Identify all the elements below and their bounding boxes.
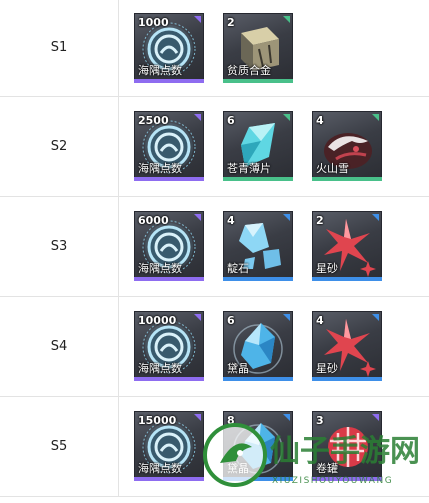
item-quantity: 1000 bbox=[138, 15, 169, 29]
rarity-corner bbox=[283, 114, 290, 121]
item-quantity: 2 bbox=[227, 15, 235, 29]
item-name: 星砂 bbox=[316, 362, 338, 375]
rarity-corner bbox=[194, 214, 201, 221]
item-name: 靛石 bbox=[227, 262, 249, 275]
item-quantity: 2 bbox=[316, 214, 324, 227]
reward-item-tile: 6 苍青薄片 bbox=[223, 111, 293, 181]
rarity-bar bbox=[312, 377, 382, 381]
table-row: S3 6000 海隅点数 4 靛石 2 星砂 bbox=[0, 196, 429, 297]
rarity-bar bbox=[223, 277, 293, 281]
item-name: 海隅点数 bbox=[138, 63, 182, 77]
reward-item-tile: 4 火山雪 bbox=[312, 111, 382, 181]
rarity-corner bbox=[194, 15, 201, 23]
item-quantity: 4 bbox=[227, 214, 235, 227]
stage-label: S3 bbox=[0, 196, 119, 297]
table-row: S4 10000 海隅点数 6 黛晶 4 星砂 bbox=[0, 296, 429, 397]
stage-label: S4 bbox=[0, 296, 119, 397]
rarity-bar bbox=[223, 377, 293, 381]
rarity-bar bbox=[223, 78, 293, 83]
rarity-corner bbox=[283, 15, 290, 23]
rarity-corner bbox=[283, 314, 290, 321]
reward-item-tile: 15000 海隅点数 bbox=[134, 411, 204, 481]
item-name: 贫质合金 bbox=[227, 63, 271, 77]
item-name: 苍青薄片 bbox=[227, 162, 271, 175]
item-name: 黛晶 bbox=[227, 362, 249, 375]
reward-item-tile: 10000 海隅点数 bbox=[134, 311, 204, 381]
item-quantity: 4 bbox=[316, 114, 324, 127]
item-quantity: 2500 bbox=[138, 114, 169, 127]
rarity-bar bbox=[223, 177, 293, 181]
rarity-corner bbox=[283, 214, 290, 221]
rarity-corner bbox=[194, 414, 201, 421]
item-quantity: 15000 bbox=[138, 414, 177, 427]
item-quantity: 10000 bbox=[138, 314, 177, 327]
rarity-corner bbox=[194, 314, 201, 321]
item-name: 海隅点数 bbox=[138, 162, 182, 175]
stage-label: S5 bbox=[0, 396, 119, 497]
reward-item-tile: 4 靛石 bbox=[223, 211, 293, 281]
reward-table: S1 1000 海隅点数 2 贫质合金 S2 2500 海隅点数 6 苍青薄片 4 火山雪 S3… bbox=[0, 0, 429, 497]
item-quantity: 4 bbox=[316, 314, 324, 327]
rarity-corner bbox=[194, 114, 201, 121]
reward-item-tile: 2500 海隅点数 bbox=[134, 111, 204, 181]
stage-label: S2 bbox=[0, 96, 119, 197]
rarity-corner bbox=[372, 114, 379, 121]
reward-item-tile: 2 星砂 bbox=[312, 211, 382, 281]
rarity-bar bbox=[312, 177, 382, 181]
table-row: S1 1000 海隅点数 2 贫质合金 bbox=[0, 0, 429, 97]
item-quantity: 8 bbox=[227, 414, 235, 427]
rarity-bar bbox=[223, 477, 293, 481]
reward-item-tile: 8 黛晶 bbox=[223, 411, 293, 481]
rarity-bar bbox=[134, 377, 204, 381]
stage-label: S1 bbox=[0, 0, 119, 97]
reward-item-tile: 4 星砂 bbox=[312, 311, 382, 381]
rarity-corner bbox=[372, 414, 379, 421]
table-row: S2 2500 海隅点数 6 苍青薄片 4 火山雪 bbox=[0, 96, 429, 197]
rarity-corner bbox=[372, 314, 379, 321]
reward-item-tile: 6 黛晶 bbox=[223, 311, 293, 381]
item-name: 海隅点数 bbox=[138, 362, 182, 375]
rarity-corner bbox=[372, 214, 379, 221]
item-quantity: 6 bbox=[227, 114, 235, 127]
item-name: 海隅点数 bbox=[138, 462, 182, 475]
item-name: 黛晶 bbox=[227, 462, 249, 475]
rarity-corner bbox=[283, 414, 290, 421]
reward-item-tile: 6000 海隅点数 bbox=[134, 211, 204, 281]
rarity-bar bbox=[134, 477, 204, 481]
table-row: S5 15000 海隅点数 8 黛晶 3 卷罐 bbox=[0, 396, 429, 497]
item-quantity: 6 bbox=[227, 314, 235, 327]
rarity-bar bbox=[134, 277, 204, 281]
reward-item-tile: 3 卷罐 bbox=[312, 411, 382, 481]
reward-item-tile: 2 贫质合金 bbox=[223, 12, 293, 83]
rarity-bar bbox=[134, 78, 204, 83]
item-quantity: 3 bbox=[316, 414, 324, 427]
item-name: 卷罐 bbox=[316, 462, 338, 475]
item-quantity: 6000 bbox=[138, 214, 169, 227]
item-name: 海隅点数 bbox=[138, 262, 182, 275]
rarity-bar bbox=[134, 177, 204, 181]
rarity-bar bbox=[312, 277, 382, 281]
item-name: 星砂 bbox=[316, 262, 338, 275]
reward-item-tile: 1000 海隅点数 bbox=[134, 12, 204, 83]
rarity-bar bbox=[312, 477, 382, 481]
item-name: 火山雪 bbox=[316, 162, 349, 175]
